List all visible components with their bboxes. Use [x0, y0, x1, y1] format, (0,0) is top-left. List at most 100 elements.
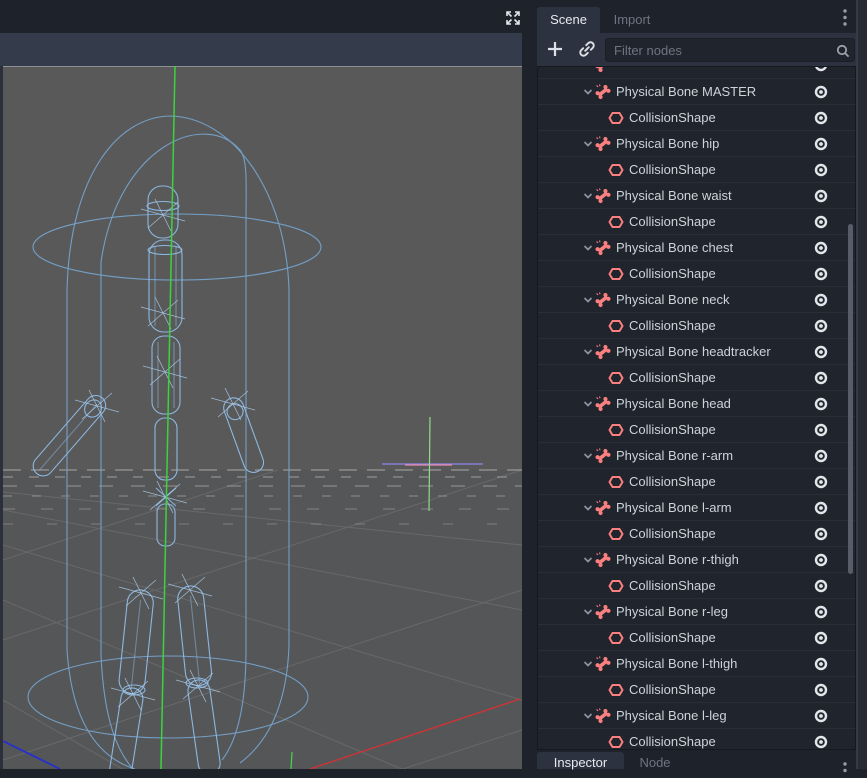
- visibility-eye-icon[interactable]: [813, 66, 829, 73]
- physical-bone-icon: [595, 708, 611, 724]
- tree-row-collisionshape[interactable]: CollisionShape: [538, 520, 855, 546]
- instance-scene-link-button[interactable]: [577, 39, 597, 59]
- visibility-eye-icon[interactable]: [813, 136, 829, 152]
- tree-row-collisionshape[interactable]: CollisionShape: [538, 728, 855, 750]
- visibility-eye-icon[interactable]: [813, 422, 829, 438]
- visibility-eye-icon[interactable]: [813, 370, 829, 386]
- chevron-down-icon[interactable]: [582, 398, 594, 410]
- tree-row-collisionshape[interactable]: CollisionShape: [538, 624, 855, 650]
- tree-row-collisionshape[interactable]: CollisionShape: [538, 468, 855, 494]
- visibility-eye-icon[interactable]: [813, 500, 829, 516]
- editor-right-edge: [856, 0, 867, 769]
- tree-row-physical-bone-r-leg[interactable]: Physical Bone r-leg: [538, 598, 855, 624]
- physical-bone-icon: [595, 656, 611, 672]
- tree-row-collisionshape[interactable]: CollisionShape: [538, 572, 855, 598]
- dock-menu-dots-icon[interactable]: [842, 8, 848, 28]
- tree-row-label: CollisionShape: [629, 318, 716, 333]
- expand-fullscreen-icon[interactable]: [504, 9, 522, 27]
- visibility-eye-icon[interactable]: [813, 604, 829, 620]
- tree-scrollbar-thumb[interactable]: [848, 224, 853, 574]
- visibility-eye-icon[interactable]: [813, 214, 829, 230]
- visibility-eye-icon[interactable]: [813, 682, 829, 698]
- bottom-menu-dots-icon[interactable]: [842, 758, 848, 778]
- tree-row-physical-bone-r-arm[interactable]: Physical Bone r-arm: [538, 442, 855, 468]
- chevron-down-icon[interactable]: [582, 86, 594, 98]
- tree-row-physical-bone-l-leg[interactable]: Physical Bone l-leg: [538, 702, 855, 728]
- tree-row-collisionshape[interactable]: CollisionShape: [538, 364, 855, 390]
- chevron-down-icon[interactable]: [582, 554, 594, 566]
- chevron-down-icon[interactable]: [582, 242, 594, 254]
- tree-row-physical-bone-r-thigh[interactable]: Physical Bone r-thigh: [538, 546, 855, 572]
- chevron-down-icon[interactable]: [582, 190, 594, 202]
- tree-row-label: CollisionShape: [629, 630, 716, 645]
- tree-row-physical-bone-master[interactable]: Physical Bone MASTER: [538, 78, 855, 104]
- tab-import[interactable]: Import: [603, 7, 661, 33]
- tab-node[interactable]: Node: [631, 752, 679, 769]
- visibility-eye-icon[interactable]: [813, 474, 829, 490]
- chevron-down-icon[interactable]: [582, 606, 594, 618]
- tree-row-label: Physical Bone hip: [616, 136, 719, 151]
- tab-scene[interactable]: Scene: [537, 7, 600, 33]
- visibility-eye-icon[interactable]: [813, 448, 829, 464]
- tree-row-collisionshape[interactable]: CollisionShape: [538, 208, 855, 234]
- visibility-eye-icon[interactable]: [813, 630, 829, 646]
- chevron-down-icon[interactable]: [582, 346, 594, 358]
- tab-inspector[interactable]: Inspector: [537, 752, 624, 769]
- chevron-down-icon[interactable]: [582, 450, 594, 462]
- visibility-eye-icon[interactable]: [813, 162, 829, 178]
- physical-bone-icon: [595, 240, 611, 256]
- visibility-eye-icon[interactable]: [813, 578, 829, 594]
- tree-row-clipped-0[interactable]: [538, 66, 855, 78]
- tree-row-physical-bone-head[interactable]: Physical Bone head: [538, 390, 855, 416]
- visibility-eye-icon[interactable]: [813, 188, 829, 204]
- visibility-eye-icon[interactable]: [813, 318, 829, 334]
- filter-nodes-input[interactable]: [605, 38, 855, 62]
- visibility-eye-icon[interactable]: [813, 110, 829, 126]
- visibility-eye-icon[interactable]: [813, 84, 829, 100]
- tree-row-physical-bone-headtracker[interactable]: Physical Bone headtracker: [538, 338, 855, 364]
- physical-bone-icon: [595, 500, 611, 516]
- tree-row-physical-bone-hip[interactable]: Physical Bone hip: [538, 130, 855, 156]
- visibility-eye-icon[interactable]: [813, 656, 829, 672]
- tree-row-physical-bone-neck[interactable]: Physical Bone neck: [538, 286, 855, 312]
- tree-row-physical-bone-waist[interactable]: Physical Bone waist: [538, 182, 855, 208]
- tree-row-collisionshape[interactable]: CollisionShape: [538, 312, 855, 338]
- tree-row-physical-bone-chest[interactable]: Physical Bone chest: [538, 234, 855, 260]
- tree-row-collisionshape[interactable]: CollisionShape: [538, 156, 855, 182]
- tree-row-label: CollisionShape: [629, 526, 716, 541]
- physical-bone-icon: [595, 552, 611, 568]
- tree-row-collisionshape[interactable]: CollisionShape: [538, 104, 855, 130]
- panel-splitter[interactable]: [522, 0, 537, 769]
- visibility-eye-icon[interactable]: [813, 396, 829, 412]
- bottom-tab-bar: Inspector Node: [537, 750, 856, 769]
- tree-row-collisionshape[interactable]: CollisionShape: [538, 416, 855, 442]
- visibility-eye-icon[interactable]: [813, 292, 829, 308]
- chevron-down-icon[interactable]: [582, 710, 594, 722]
- collision-shape-icon: [608, 734, 624, 750]
- collision-shape-icon: [608, 162, 624, 178]
- visibility-eye-icon[interactable]: [813, 552, 829, 568]
- visibility-eye-icon[interactable]: [813, 526, 829, 542]
- visibility-eye-icon[interactable]: [813, 240, 829, 256]
- tree-row-label: Physical Bone waist: [616, 188, 732, 203]
- tree-row-physical-bone-l-arm[interactable]: Physical Bone l-arm: [538, 494, 855, 520]
- tree-row-physical-bone-l-thigh[interactable]: Physical Bone l-thigh: [538, 650, 855, 676]
- chevron-down-icon[interactable]: [582, 138, 594, 150]
- tree-row-label: CollisionShape: [629, 266, 716, 281]
- visibility-eye-icon[interactable]: [813, 708, 829, 724]
- tree-row-label: Physical Bone r-leg: [616, 604, 728, 619]
- tree-row-collisionshape[interactable]: CollisionShape: [538, 676, 855, 702]
- 3d-viewport-canvas[interactable]: [3, 66, 522, 769]
- collision-shape-icon: [608, 370, 624, 386]
- collision-shape-icon: [608, 682, 624, 698]
- add-node-button[interactable]: [545, 39, 565, 59]
- visibility-eye-icon[interactable]: [813, 344, 829, 360]
- tree-row-collisionshape[interactable]: CollisionShape: [538, 260, 855, 286]
- chevron-down-icon[interactable]: [582, 658, 594, 670]
- collision-shape-icon: [608, 214, 624, 230]
- visibility-eye-icon[interactable]: [813, 266, 829, 282]
- chevron-down-icon[interactable]: [582, 294, 594, 306]
- visibility-eye-icon[interactable]: [813, 734, 829, 750]
- collision-shape-icon: [608, 422, 624, 438]
- chevron-down-icon[interactable]: [582, 502, 594, 514]
